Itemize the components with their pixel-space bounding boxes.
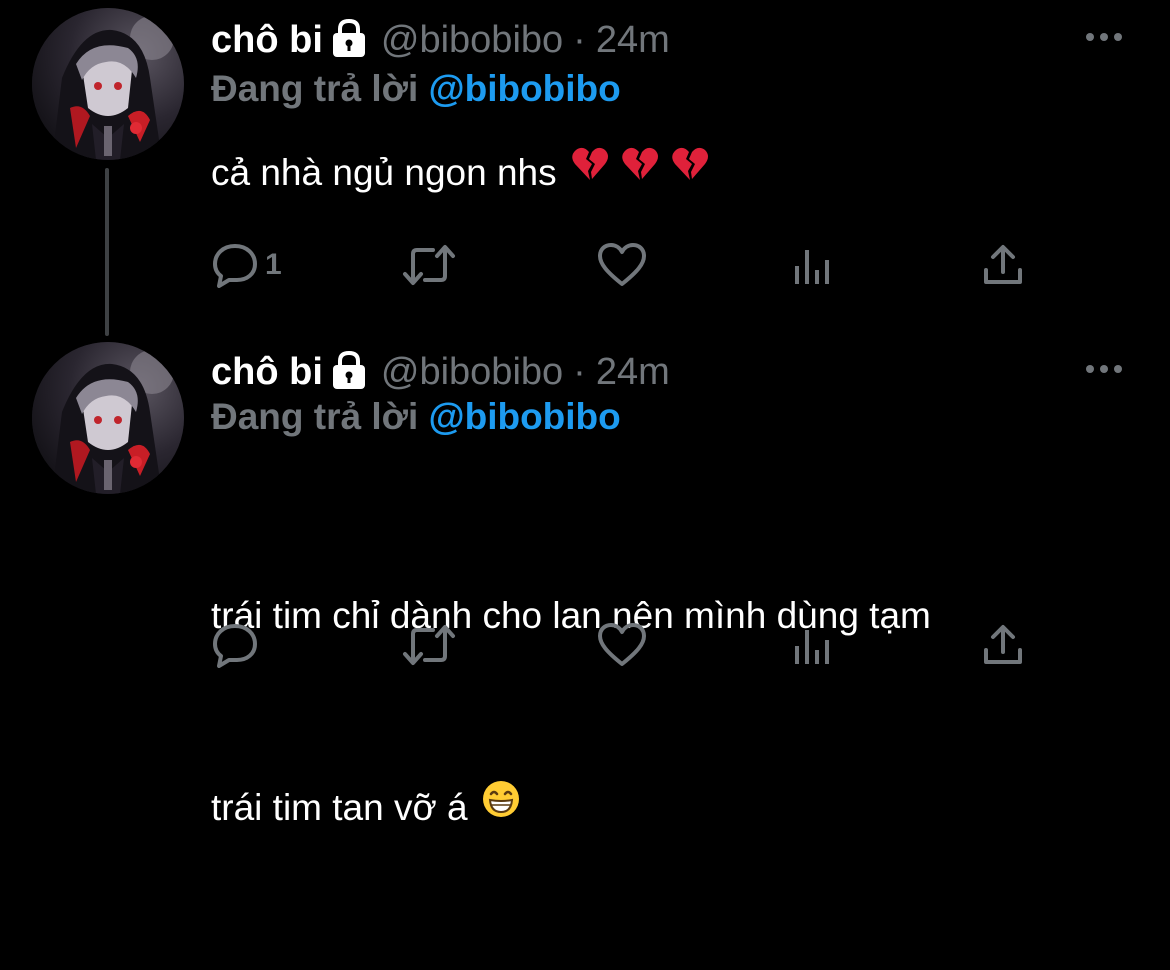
grinning-face-emoji	[482, 774, 520, 838]
broken-heart-emoji	[671, 139, 709, 203]
more-options-icon[interactable]	[1084, 354, 1124, 384]
like-button[interactable]	[597, 240, 653, 290]
like-button[interactable]	[597, 620, 653, 670]
views-icon	[791, 242, 835, 288]
share-button[interactable]	[981, 620, 1025, 670]
tweet-text-line-2-wrap: trái tim tan vỡ á	[211, 776, 1131, 842]
retweet-icon	[401, 242, 457, 288]
lock-icon	[331, 18, 367, 58]
retweet-button[interactable]	[401, 240, 463, 290]
views-button[interactable]	[791, 240, 841, 290]
views-icon	[791, 622, 835, 668]
reply-icon	[211, 242, 259, 288]
reply-count: 1	[265, 248, 282, 281]
retweet-icon	[401, 622, 457, 668]
heart-icon	[597, 622, 647, 668]
broken-heart-emoji	[571, 139, 609, 203]
reply-button[interactable]: 1	[211, 240, 282, 290]
reply-icon	[211, 622, 259, 668]
share-icon	[981, 242, 1025, 288]
separator-dot: ·	[573, 18, 586, 61]
more-options-icon[interactable]	[1084, 22, 1124, 52]
tweet[interactable]: chô bi @bibobibo · 24m Đang trả lời @bib…	[0, 0, 1170, 336]
timestamp[interactable]: 24m	[596, 351, 670, 394]
replying-to-prefix: Đang trả lời	[211, 396, 419, 437]
replying-to-prefix: Đang trả lời	[211, 68, 419, 109]
lock-icon	[331, 350, 367, 390]
replying-to-mention[interactable]: @bibobibo	[429, 396, 621, 437]
heart-icon	[597, 242, 647, 288]
replying-to-mention[interactable]: @bibobibo	[429, 68, 621, 109]
tweet-header: chô bi @bibobibo · 24m	[211, 18, 670, 62]
replying-to-line: Đang trả lời @bibobibo	[211, 68, 621, 110]
tweet-text-line: trái tim tan vỡ á	[211, 787, 468, 828]
display-name[interactable]: chô bi	[211, 351, 323, 394]
avatar[interactable]	[32, 8, 184, 160]
replying-to-line: Đang trả lời @bibobibo	[211, 396, 621, 438]
tweet-text: trái tim chỉ dành cho lan nên mình dùng …	[211, 456, 1131, 970]
reply-button[interactable]	[211, 620, 265, 670]
views-button[interactable]	[791, 620, 841, 670]
user-handle[interactable]: @bibobibo	[381, 351, 563, 394]
tweet-header: chô bi @bibobibo · 24m	[211, 350, 670, 394]
tweet-actions: 1	[211, 240, 1041, 290]
share-icon	[981, 622, 1025, 668]
avatar[interactable]	[32, 342, 184, 494]
user-handle[interactable]: @bibobibo	[381, 19, 563, 62]
tweet[interactable]: chô bi @bibobibo · 24m Đang trả lời @bib…	[0, 336, 1170, 828]
share-button[interactable]	[981, 240, 1025, 290]
tweet-actions	[211, 620, 1041, 670]
separator-dot: ·	[573, 350, 586, 393]
retweet-button[interactable]	[401, 620, 463, 670]
tweet-text: cả nhà ngủ ngon nhs	[211, 141, 1131, 207]
broken-heart-emoji	[621, 139, 659, 203]
tweet-text-content: cả nhà ngủ ngon nhs	[211, 152, 557, 193]
display-name[interactable]: chô bi	[211, 19, 323, 62]
timestamp[interactable]: 24m	[596, 19, 670, 62]
